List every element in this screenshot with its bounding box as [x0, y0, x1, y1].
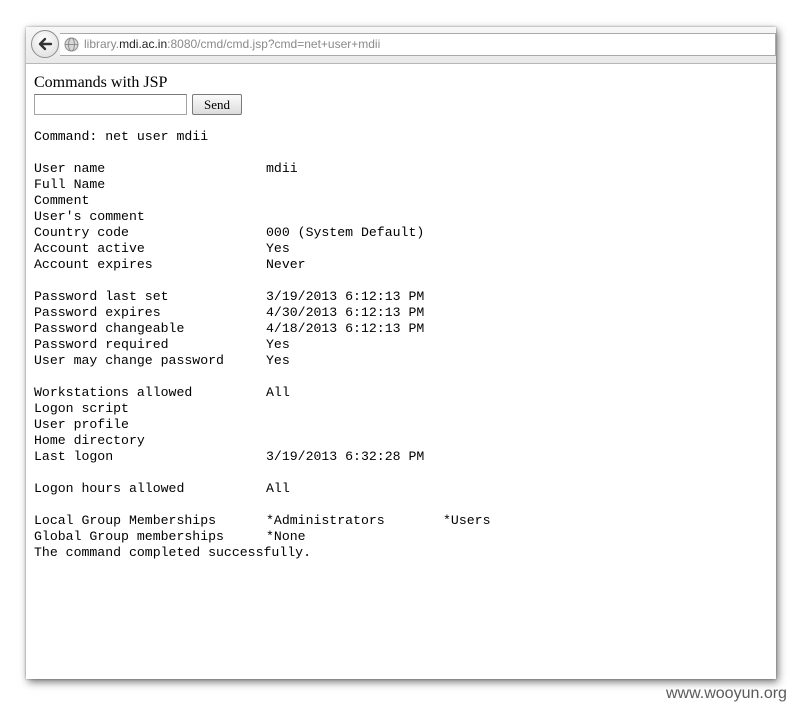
detail-row: Account active Yes [34, 241, 490, 257]
detail-row: User name mdii [34, 161, 490, 177]
row-value: *Administrators [266, 513, 385, 528]
browser-window: library.mdi.ac.in:8080/cmd/cmd.jsp?cmd=n… [26, 27, 776, 679]
url-path: :8080/cmd/cmd.jsp?cmd=net+user+mdii [167, 37, 381, 51]
row-label: Country code [34, 225, 129, 240]
globe-icon [64, 37, 79, 52]
url-prefix: library. [84, 37, 120, 51]
detail-row: Logon hours allowed All [34, 481, 490, 497]
row-label: Full Name [34, 177, 106, 192]
page-title: Commands with JSP [34, 74, 168, 91]
row-label: Password last set [34, 289, 169, 304]
detail-row: Comment [34, 193, 490, 209]
detail-row: User's comment [34, 209, 490, 225]
detail-row: Last logon 3/19/2013 6:32:28 PM [34, 449, 490, 465]
row-value: mdii [266, 161, 298, 176]
address-bar[interactable]: library.mdi.ac.in:8080/cmd/cmd.jsp?cmd=n… [60, 33, 776, 56]
row-label: Logon hours allowed [34, 481, 185, 496]
row-label: Global Group memberships [34, 529, 224, 544]
row-label: Local Group Memberships [34, 513, 217, 528]
detail-row: Password last set 3/19/2013 6:12:13 PM [34, 289, 490, 305]
command-line: Command: net user mdii [34, 129, 209, 144]
row-label: Password expires [34, 305, 161, 320]
row-label: Last logon [34, 449, 114, 464]
detail-row: Full Name [34, 177, 490, 193]
detail-row: Password expires 4/30/2013 6:12:13 PM [34, 305, 490, 321]
row-label: User profile [34, 417, 129, 432]
url-domain: mdi.ac.in [119, 37, 168, 51]
row-label: User may change password [34, 353, 224, 368]
row-label: Account active [34, 241, 145, 256]
row-label: Account expires [34, 257, 153, 272]
completion-message: The command completed successfully. [34, 545, 311, 560]
detail-row: Account expires Never [34, 257, 490, 273]
row-value: 4/30/2013 6:12:13 PM [266, 305, 425, 320]
row-value: Never [266, 257, 306, 272]
command-output: Command: net user mdii User name mdii Full… [34, 129, 490, 561]
detail-row: User profile [34, 417, 490, 433]
back-arrow-icon [38, 37, 53, 51]
row-value: 3/19/2013 6:12:13 PM [266, 289, 425, 304]
local-groups-row: Local Group Memberships *Administrators *U… [34, 513, 490, 529]
command-input[interactable] [34, 94, 187, 115]
row-value: *None [266, 529, 306, 544]
row-value: Yes [266, 241, 290, 256]
back-button[interactable] [31, 30, 59, 58]
row-label: Password changeable [34, 321, 185, 336]
send-button[interactable]: Send [192, 94, 242, 115]
row-label: Home directory [34, 433, 145, 448]
detail-row: Password changeable 4/18/2013 6:12:13 PM [34, 321, 490, 337]
watermark: www.wooyun.org [666, 685, 787, 702]
detail-row: Home directory [34, 433, 490, 449]
row-value: All [266, 481, 290, 496]
detail-row: Password required Yes [34, 337, 490, 353]
row-value: 3/19/2013 6:32:28 PM [266, 449, 425, 464]
row-value: Yes [266, 353, 290, 368]
row-label: Workstations allowed [34, 385, 193, 400]
row-value: All [266, 385, 290, 400]
global-groups-row: Global Group memberships *None [34, 529, 490, 545]
row-value: *Users [443, 513, 491, 528]
detail-row: Logon script [34, 401, 490, 417]
detail-row: User may change password Yes [34, 353, 490, 369]
row-label: Logon script [34, 401, 129, 416]
row-label: Password required [34, 337, 169, 352]
page-content: Commands with JSP Send Command: net user… [34, 73, 776, 679]
detail-row: Country code 000 (System Default) [34, 225, 490, 241]
details-list: User name mdii Full Name Comment User's comm… [34, 161, 490, 513]
row-value: 000 (System Default) [266, 225, 425, 240]
row-value: 4/18/2013 6:12:13 PM [266, 321, 425, 336]
browser-toolbar: library.mdi.ac.in:8080/cmd/cmd.jsp?cmd=n… [26, 27, 776, 64]
detail-row: Workstations allowed All [34, 385, 490, 401]
row-label: Comment [34, 193, 90, 208]
row-label: User's comment [34, 209, 145, 224]
url-text: library.mdi.ac.in:8080/cmd/cmd.jsp?cmd=n… [84, 37, 380, 51]
row-value: Yes [266, 337, 290, 352]
row-label: User name [34, 161, 106, 176]
